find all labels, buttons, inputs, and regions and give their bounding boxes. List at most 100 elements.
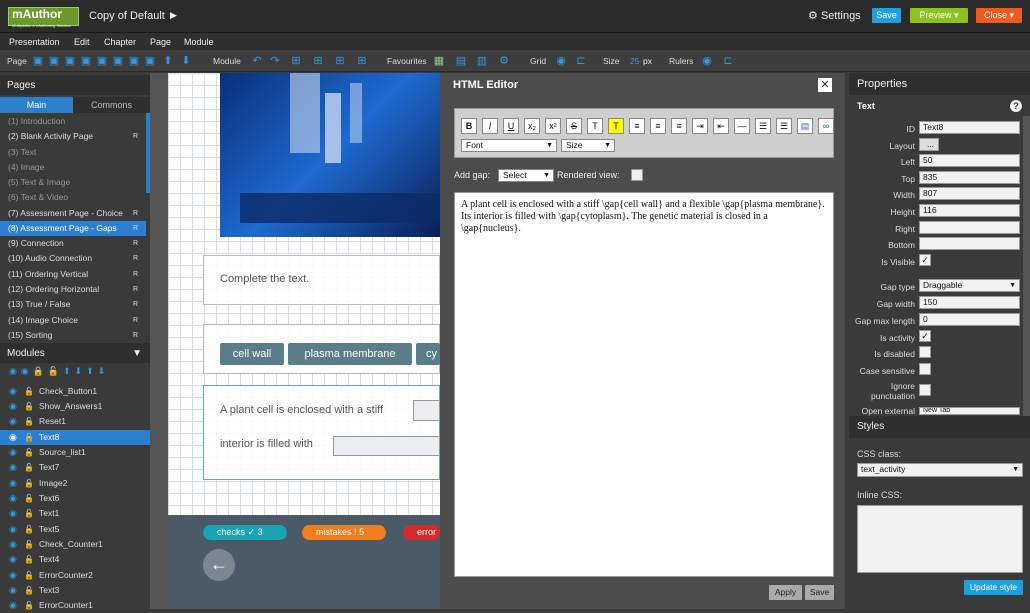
gap-max-length-field[interactable]: 0 [919, 313, 1020, 326]
inline-css-textarea[interactable] [857, 505, 1023, 573]
page-item[interactable]: (12) Ordering Horizontal R [0, 282, 146, 297]
close-button[interactable]: Close ▾ [976, 8, 1022, 23]
module-item[interactable]: ◉ 🔓 Text4 [0, 552, 150, 567]
gap-chip[interactable]: plasma membrane [288, 343, 412, 365]
menu-page[interactable]: Page [150, 37, 171, 47]
page-item[interactable]: (11) Ordering Vertical R [0, 267, 146, 282]
add-page-icon[interactable]: ▣ [32, 55, 44, 67]
page-template-icon[interactable]: ▣ [144, 55, 156, 67]
strikethrough-button[interactable]: S [566, 118, 582, 134]
image-icon[interactable]: ▦ [433, 55, 445, 67]
menu-edit[interactable]: Edit [74, 37, 90, 47]
text8-module[interactable] [203, 385, 440, 480]
snap-rulers-icon[interactable]: ⊏ [722, 55, 734, 67]
layout-button[interactable]: ... [919, 138, 939, 151]
microscope-image[interactable] [220, 73, 440, 237]
image-button[interactable]: ▤ [797, 118, 813, 134]
id-field[interactable]: Text8 [919, 121, 1020, 134]
font-select[interactable]: Font ▼ [461, 139, 557, 152]
editor-text-area[interactable]: A plant cell is enclosed with a stiff \g… [454, 192, 834, 577]
back-arrow-icon[interactable]: ← [203, 549, 235, 581]
page-item[interactable]: (15) Sorting R [0, 328, 146, 343]
snap-grid-icon[interactable]: ⊏ [575, 55, 587, 67]
close-icon[interactable]: ✕ [818, 78, 832, 92]
chevron-down-icon[interactable]: ▾ [1010, 10, 1015, 20]
page-item[interactable]: (2) Blank Activity Page R [0, 129, 146, 144]
gap-width-field[interactable]: 150 [919, 296, 1020, 309]
gap-field[interactable] [333, 436, 440, 456]
case-sensitive-checkbox[interactable] [919, 363, 931, 375]
document-title[interactable]: Copy of Default [89, 10, 165, 22]
page-item[interactable]: (1) Introduction [0, 114, 146, 129]
module-item[interactable]: ◉ 🔓 Reset1 [0, 414, 150, 429]
module-item[interactable]: ◉ 🔓 Show_Answers1 [0, 399, 150, 414]
module-item[interactable]: ◉ 🔓 Check_Counter1 [0, 537, 150, 552]
left-field[interactable]: 50 [919, 154, 1020, 167]
page-item[interactable]: (10) Audio Connection R [0, 251, 146, 266]
module-item[interactable]: ◉ 🔓 Image2 [0, 476, 150, 491]
module-item[interactable]: ◉ 🔓 Check_Button1 [0, 384, 150, 399]
module-tools-row[interactable]: ◉◉🔒🔓⬆⬇⬆⬇ [0, 366, 150, 382]
right-field[interactable] [919, 221, 1020, 234]
settings-button[interactable]: ⚙ Settings [808, 9, 861, 22]
eye-icon[interactable]: ◉ [555, 55, 567, 67]
chevron-down-icon[interactable]: ▾ [954, 10, 959, 20]
highlight-button[interactable]: T [608, 118, 624, 134]
is-disabled-checkbox[interactable] [919, 346, 931, 358]
indent-button[interactable]: ⇥ [692, 118, 708, 134]
width-field[interactable]: 807 [919, 187, 1020, 200]
duplicate-page-icon[interactable]: ▣ [96, 55, 108, 67]
copy-page-icon[interactable]: ▣ [64, 55, 76, 67]
subscript-button[interactable]: x₂ [524, 118, 540, 134]
apply-button[interactable]: Apply [769, 585, 802, 600]
page-item[interactable]: (6) Text & Video [0, 190, 146, 205]
gap-type-select[interactable]: Draggable ▼ [919, 279, 1020, 292]
gap-chip[interactable]: cy [416, 343, 440, 365]
module-item[interactable]: ◉ 🔓 ErrorCounter2 [0, 568, 150, 583]
properties-scrollbar[interactable] [1023, 116, 1030, 416]
clear-format-button[interactable]: T [587, 118, 603, 134]
play-icon[interactable]: ▶ [170, 10, 177, 21]
rendered-view-checkbox[interactable] [631, 169, 643, 181]
align-bottom-icon[interactable]: ⊞ [356, 55, 368, 67]
module-item[interactable]: ◉ 🔓 Text7 [0, 460, 150, 475]
link-button[interactable]: ∞ [818, 118, 834, 134]
gap-text-icon[interactable]: ▥ [476, 55, 488, 67]
top-field[interactable]: 835 [919, 171, 1020, 184]
height-field[interactable]: 116 [919, 204, 1020, 217]
menu-module[interactable]: Module [184, 37, 214, 47]
align-left-button[interactable]: ≡ [629, 118, 645, 134]
gap-field[interactable] [413, 400, 440, 421]
add-gap-select[interactable]: Select ▼ [498, 169, 554, 182]
italic-button[interactable]: I [482, 118, 498, 134]
tab-commons[interactable]: Commons [73, 97, 150, 113]
page-properties-icon[interactable]: ▣ [128, 55, 140, 67]
align-top-icon[interactable]: ⊞ [334, 55, 346, 67]
align-left-icon[interactable]: ⊞ [290, 55, 302, 67]
grid-size-value[interactable]: 25 [630, 56, 639, 66]
align-center-icon[interactable]: ⊞ [312, 55, 324, 67]
redo-icon[interactable]: ↷ [269, 55, 281, 67]
editor-save-button[interactable]: Save [805, 585, 834, 600]
page-item[interactable]: (13) True / False R [0, 297, 146, 312]
page-item[interactable]: (4) Image [0, 160, 146, 175]
horizontal-rule-button[interactable]: — [734, 118, 750, 134]
outdent-button[interactable]: ⇤ [713, 118, 729, 134]
is-activity-checkbox[interactable]: ✓ [919, 330, 931, 342]
update-style-button[interactable]: Update style [964, 580, 1023, 595]
eye-icon[interactable]: ◉ [701, 55, 713, 67]
save-button[interactable]: Save [872, 8, 901, 23]
menu-chapter[interactable]: Chapter [104, 37, 136, 47]
module-item-selected[interactable]: ◉ 🔓 Text8 [0, 430, 150, 445]
module-item[interactable]: ◉ 🔓 Text3 [0, 583, 150, 598]
superscript-button[interactable]: x² [545, 118, 561, 134]
module-item[interactable]: ◉ 🔓 Text6 [0, 491, 150, 506]
bold-button[interactable]: B [461, 118, 477, 134]
gap-chip[interactable]: cell wall [220, 343, 284, 365]
page-settings-icon[interactable]: ▣ [48, 55, 60, 67]
help-icon[interactable]: ? [1010, 100, 1022, 112]
page-item[interactable]: (7) Assessment Page - Choice R [0, 206, 146, 221]
size-select[interactable]: Size ▼ [561, 139, 615, 152]
move-up-icon[interactable]: ⬆ [162, 55, 174, 67]
page-item[interactable]: (14) Image Choice R [0, 313, 146, 328]
